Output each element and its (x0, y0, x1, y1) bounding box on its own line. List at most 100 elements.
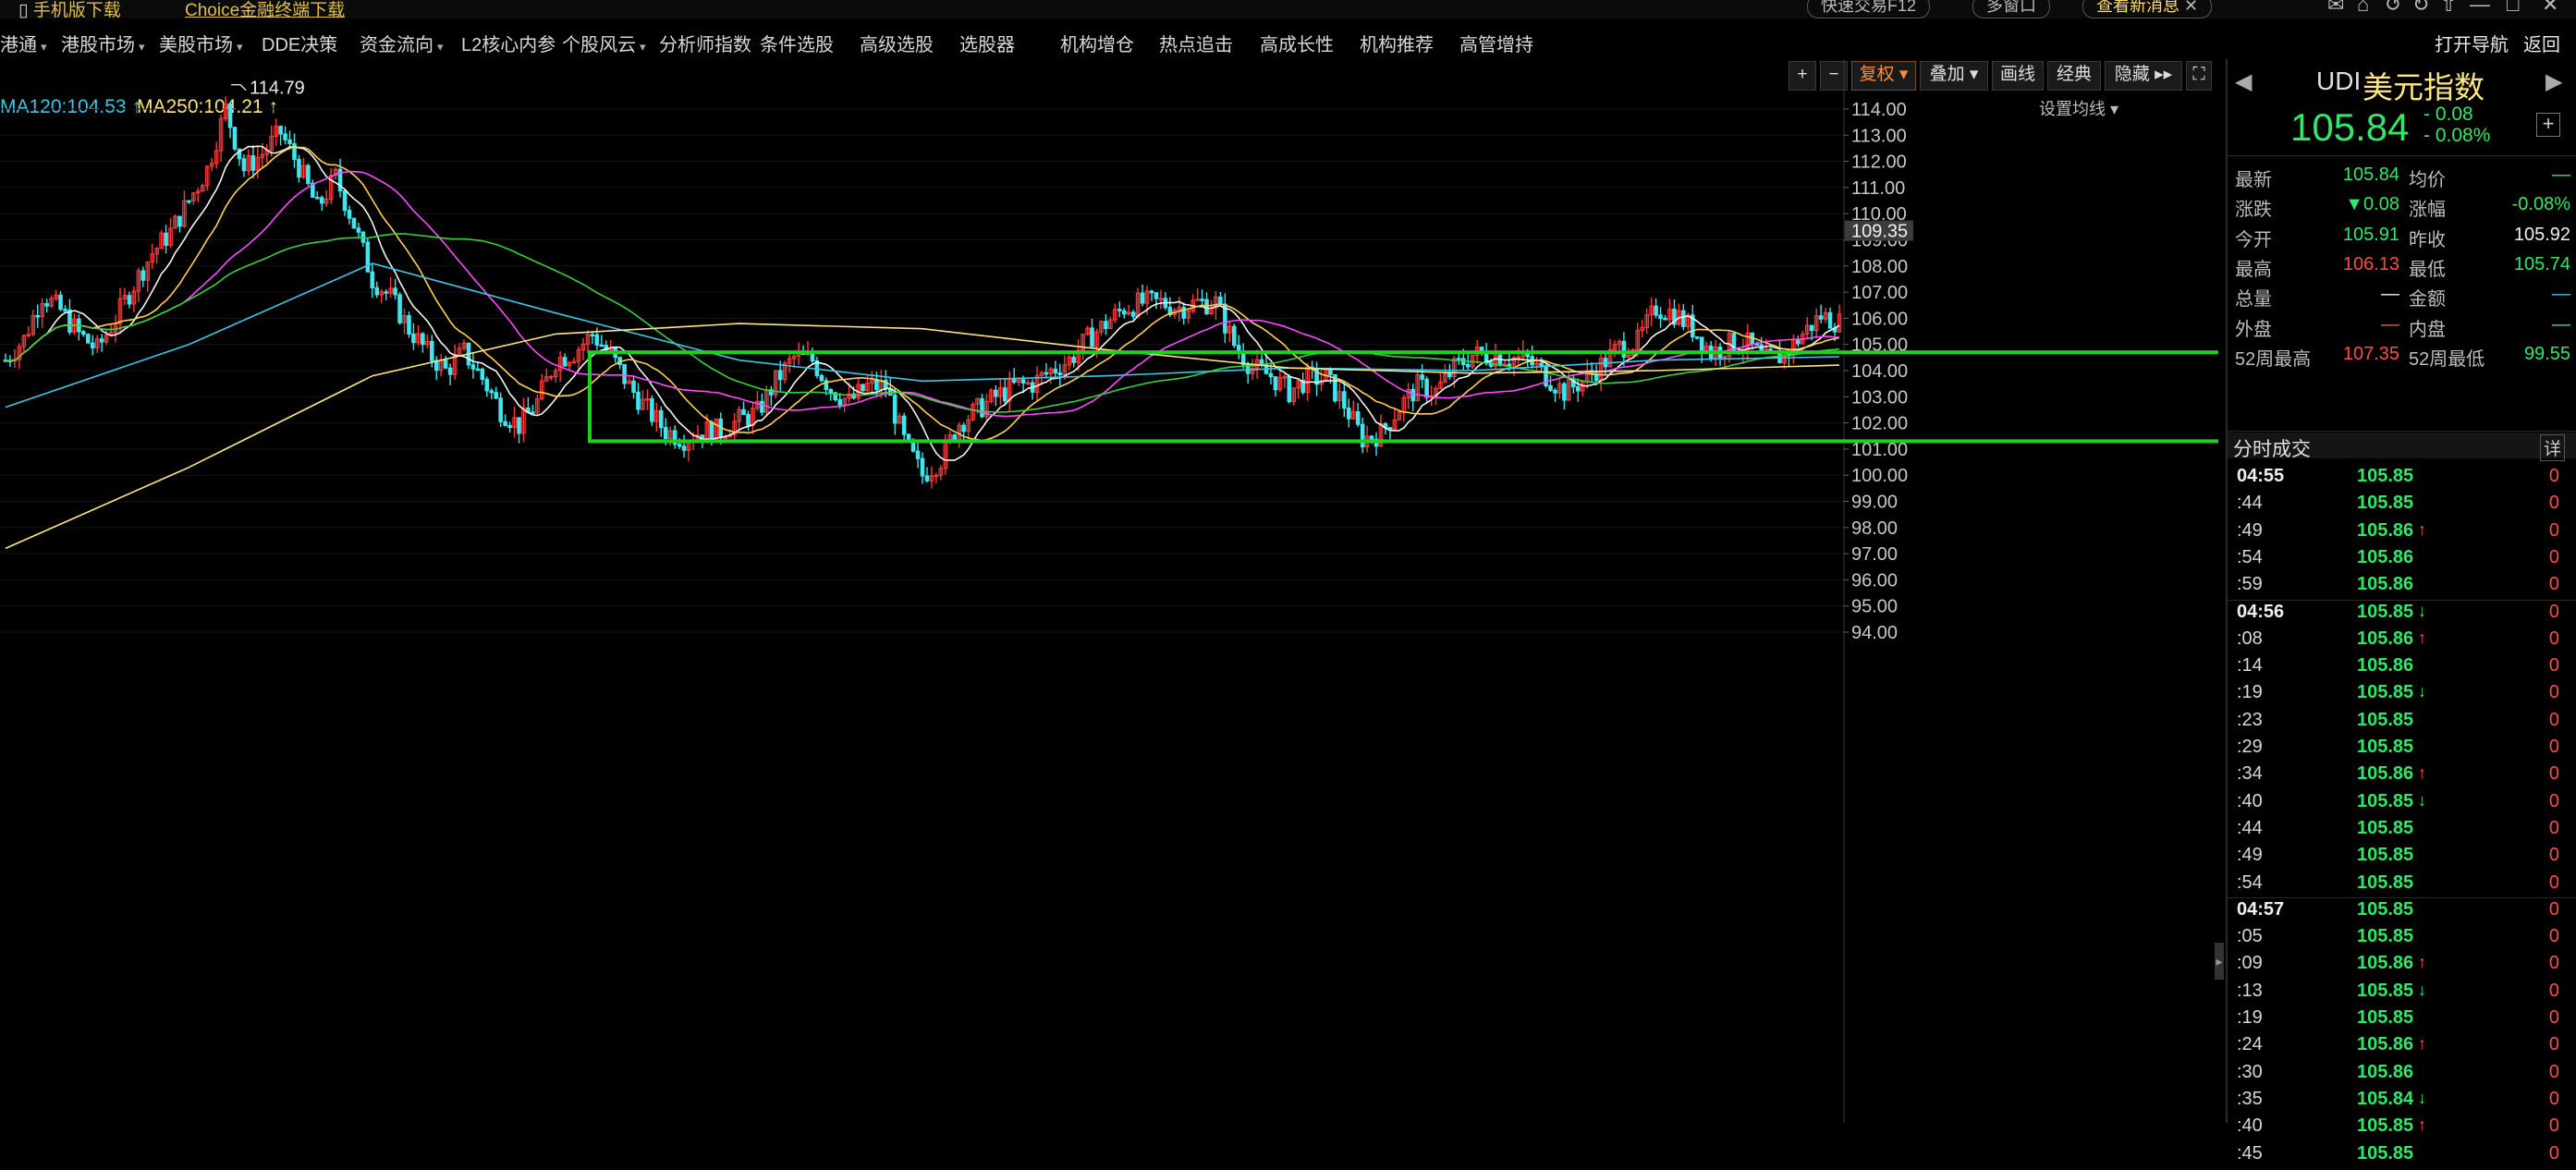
prev-stock-icon[interactable]: ◀ (2235, 68, 2252, 95)
tick-time: :29 (2237, 737, 2263, 757)
quote-label: 最高 (2235, 259, 2272, 280)
tick-volume: 0 (2548, 1115, 2559, 1137)
nav-item-stock-news[interactable]: 个股风云 ▾ (562, 30, 646, 56)
ma20-line (5, 170, 1840, 418)
quote-label: 总量 (2235, 289, 2272, 311)
candle-body (594, 334, 600, 346)
kline-chart-svg: 114.00113.00112.00111.00110.00109.00108.… (0, 59, 2301, 1123)
choice-download-link[interactable]: Choice金融终端下载 (185, 0, 345, 18)
ticks-detail-button[interactable]: 详 (2539, 434, 2565, 461)
candle-body (1658, 314, 1663, 319)
candle-body (1699, 336, 1704, 352)
mail-icon[interactable]: ✉ (2327, 0, 2344, 17)
candle-body (1002, 387, 1007, 402)
back-icon[interactable]: ↺ (2385, 0, 2401, 17)
y-tick-label: 111.00 (1851, 178, 1905, 199)
tick-price: 105.85 (2357, 790, 2414, 811)
kline-chart[interactable]: 114.00113.00112.00111.00110.00109.00108.… (0, 59, 2301, 1123)
next-stock-icon[interactable]: ▶ (2545, 68, 2562, 95)
tick-volume: 0 (2548, 546, 2559, 567)
candle-body (874, 379, 879, 391)
nav-item-fund-flow[interactable]: 资金流向 ▾ (360, 30, 444, 56)
tick-time: :49 (2237, 519, 2263, 541)
candle-body (636, 391, 641, 410)
tick-row: :30 105.86 0 (2228, 1062, 2576, 1089)
nav-item-institution-add[interactable]: 机构增仓 (1060, 30, 1134, 56)
candle-body (663, 427, 668, 440)
maximize-icon[interactable]: □ (2507, 0, 2519, 17)
candle-body (1342, 391, 1347, 409)
add-watchlist-icon[interactable]: + (2536, 113, 2560, 137)
candle-body (1681, 310, 1686, 327)
up-arrow-icon: ↑ (2418, 763, 2426, 783)
minimize-icon[interactable]: — (2470, 0, 2490, 17)
mobile-download-link[interactable]: ▯ 手机版下载 (18, 0, 121, 18)
candle-body (1553, 389, 1557, 394)
collapse-handle-icon[interactable]: ▸ (2215, 943, 2224, 980)
candle-body (1447, 372, 1452, 378)
tick-price: 105.86 (2357, 655, 2414, 676)
candle-body (1539, 362, 1544, 367)
candle-body (44, 303, 49, 307)
high-annotation-label: 114.79 (250, 79, 305, 99)
candle-body (837, 399, 843, 406)
news-button[interactable]: 查看新消息 ✕ (2082, 0, 2213, 18)
back-button[interactable]: 返回 (2523, 30, 2560, 56)
tick-volume: 0 (2548, 763, 2559, 785)
nav-item-l2[interactable]: L2核心内参 (461, 30, 555, 56)
nav-item-ganggutong[interactable]: 港通 ▾ (0, 30, 47, 56)
nav-item-stock-picker[interactable]: 选股器 (959, 30, 1015, 56)
top-strip: ▯ 手机版下载 Choice金融终端下载 快速交易F12 多窗口 查看新消息 ✕… (0, 0, 2576, 18)
tick-time: :45 (2237, 1142, 2263, 1164)
tick-price: 105.85 (2357, 682, 2414, 703)
tick-time: :59 (2237, 574, 2263, 595)
open-navigation-button[interactable]: 打开导航 (2435, 30, 2509, 56)
top-navigation: 港通 ▾ 港股市场 ▾ 美股市场 ▾ DDE决策 资金流向 ▾ L2核心内参 个股风云 ▾… (0, 26, 2576, 59)
tick-row: :24 105.86 ↑ 0 (2228, 1034, 2576, 1061)
home-icon[interactable]: ⌂ (2357, 0, 2369, 17)
y-tick-label: 114.00 (1851, 100, 1907, 120)
up-arrow-icon: ↑ (2418, 953, 2426, 972)
candle-body (1268, 372, 1274, 378)
nav-item-hk-market[interactable]: 港股市场 ▾ (61, 30, 145, 56)
candle-body (503, 420, 507, 426)
nav-item-us-market[interactable]: 美股市场 ▾ (159, 30, 243, 56)
tick-price: 105.85 (2357, 817, 2414, 838)
up-icon[interactable]: ⇧ (2440, 0, 2457, 17)
tick-row: :54 105.86 0 (2228, 547, 2576, 574)
candle-body (920, 457, 925, 477)
candle-body (232, 127, 238, 150)
candle-body (1809, 324, 1814, 332)
candle-body (1575, 385, 1581, 392)
candle-body (1287, 376, 1292, 403)
nav-item-high-growth[interactable]: 高成长性 (1260, 30, 1334, 56)
tick-row: 04:57 105.85 0 (2228, 899, 2576, 926)
tick-price: 105.86 (2357, 574, 2414, 595)
candle-body (1104, 321, 1108, 329)
up-arrow-icon: ↑ (2418, 519, 2426, 539)
nav-item-exec-add[interactable]: 高管增持 (1459, 30, 1533, 56)
quick-trade-button[interactable]: 快速交易F12 (1807, 0, 1931, 18)
nav-item-advanced-pick[interactable]: 高级选股 (860, 30, 934, 56)
nav-item-condition-pick[interactable]: 条件选股 (760, 30, 834, 56)
close-icon[interactable]: ✕ (2542, 0, 2558, 17)
tick-volume: 0 (2548, 1007, 2559, 1028)
nav-item-hotspot[interactable]: 热点追击 (1159, 30, 1233, 56)
candle-body (507, 424, 512, 428)
tick-volume: 0 (2548, 1088, 2559, 1109)
candle-body (924, 475, 930, 481)
stock-name: 美元指数 (2362, 70, 2484, 104)
tick-time: :40 (2237, 790, 2263, 811)
refresh-icon[interactable]: ↻ (2412, 0, 2429, 17)
candle-body (562, 357, 568, 367)
nav-item-dde[interactable]: DDE决策 (262, 30, 337, 56)
multi-window-button[interactable]: 多窗口 (1972, 0, 2050, 18)
phone-icon: ▯ (18, 1, 33, 18)
tick-row: :40 105.85 ↓ 0 (2228, 791, 2576, 818)
nav-item-analyst-index[interactable]: 分析师指数 (659, 30, 751, 56)
y-tick-label: 112.00 (1851, 152, 1907, 173)
candle-body (1140, 292, 1145, 304)
tick-volume: 0 (2548, 790, 2559, 811)
quote-value: 105.74 (2513, 253, 2570, 274)
nav-item-institution-rec[interactable]: 机构推荐 (1360, 30, 1434, 56)
